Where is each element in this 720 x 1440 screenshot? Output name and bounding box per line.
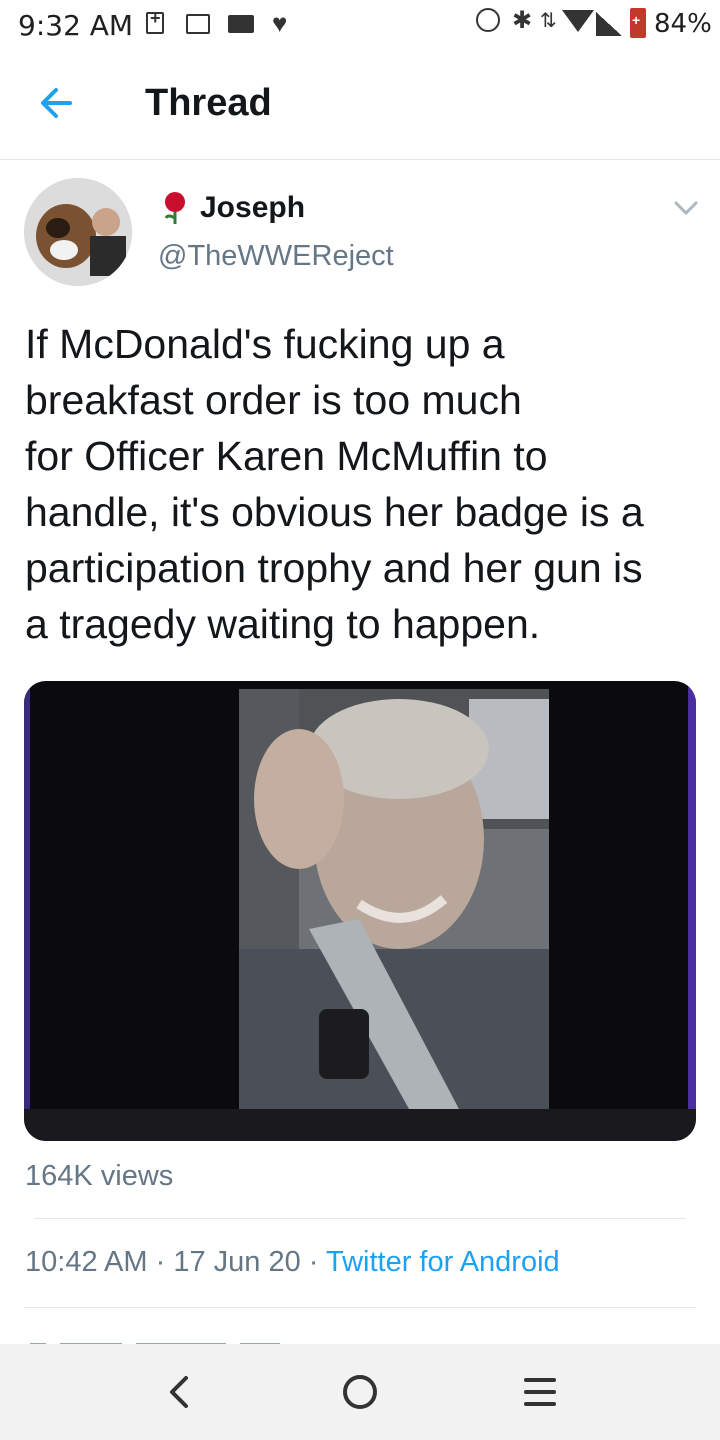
back-chevron-icon [170, 1376, 188, 1408]
page-title: Thread [145, 82, 272, 124]
divider [34, 1218, 686, 1219]
view-count: 164K views [25, 1160, 174, 1192]
home-circle-icon [343, 1375, 377, 1409]
menu-lines-icon [524, 1378, 556, 1406]
battery-icon [630, 8, 646, 38]
avatar[interactable] [24, 178, 132, 286]
avatar-image [24, 178, 132, 286]
divider [24, 1307, 696, 1308]
status-bar: 9:32 AM ♥ ✱ ⇅ 84% [0, 0, 720, 48]
back-button[interactable] [30, 76, 84, 130]
author-handle[interactable]: @TheWWEReject [158, 240, 394, 273]
video-thumbnail [239, 689, 549, 1109]
meta-separator: · [300, 1246, 326, 1278]
alarm-icon [476, 8, 500, 32]
nav-recents-button[interactable] [516, 1368, 564, 1416]
video-edge [24, 681, 30, 1111]
bluetooth-icon: ✱ [512, 6, 533, 34]
tweet-time: 10:42 AM [25, 1246, 148, 1278]
rose-icon [164, 192, 185, 224]
mail-icon [228, 15, 254, 33]
heart-icon: ♥ [272, 8, 288, 38]
video-player[interactable] [24, 681, 696, 1141]
author-name[interactable]: Joseph [200, 191, 305, 225]
nav-back-button[interactable] [156, 1368, 204, 1416]
thread-header: Thread [0, 48, 720, 160]
chevron-down-icon[interactable] [670, 192, 702, 224]
signal-icon [596, 12, 622, 36]
meta-separator: · [147, 1246, 174, 1278]
tweet-source-link[interactable]: Twitter for Android [326, 1246, 560, 1278]
nav-home-button[interactable] [336, 1368, 384, 1416]
tweet-meta: 10:42 AM · 17 Jun 20 · Twitter for Andro… [25, 1246, 560, 1279]
video-controls-bar[interactable] [24, 1109, 696, 1141]
video-edge [688, 681, 696, 1111]
system-nav-bar [0, 1344, 720, 1440]
status-time: 9:32 AM [18, 9, 134, 42]
battery-percent: 84% [654, 9, 712, 39]
image-icon [186, 14, 210, 34]
arrow-left-icon [41, 88, 72, 118]
tweet-text: If McDonald's fucking up a breakfast ord… [25, 321, 644, 647]
tweet-date: 17 Jun 20 [173, 1246, 301, 1278]
plus-box-icon [146, 8, 164, 34]
wifi-icon [562, 10, 594, 32]
data-arrows-icon: ⇅ [540, 10, 557, 32]
